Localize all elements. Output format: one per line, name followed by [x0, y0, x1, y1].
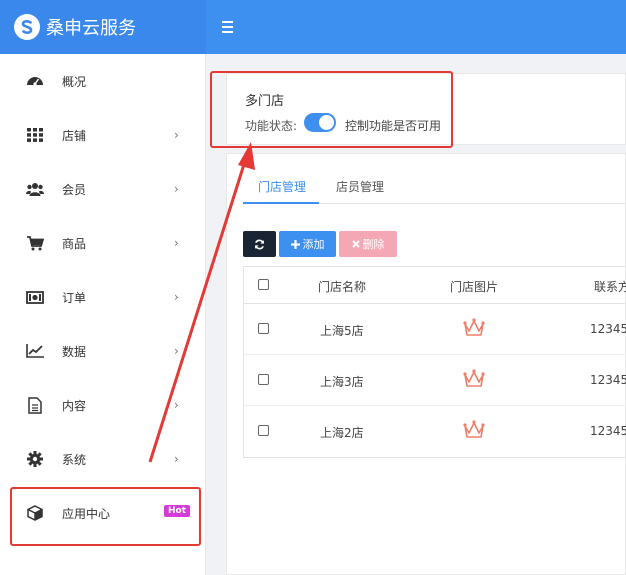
crown-icon	[463, 318, 485, 336]
chevron-right-icon: ›	[174, 344, 179, 358]
refresh-icon	[255, 239, 264, 249]
sidebar-item-members[interactable]: 会员 ›	[0, 162, 206, 216]
plus-icon	[290, 239, 300, 249]
table-row[interactable]: 上海3店 123456	[244, 355, 626, 406]
sidebar-item-content[interactable]: 内容 ›	[0, 378, 206, 432]
sidebar-item-shop[interactable]: 店铺 ›	[0, 108, 206, 162]
chevron-right-icon: ›	[174, 128, 179, 142]
highlight-box-app-center	[10, 487, 201, 546]
tab-store-management[interactable]: 门店管理	[258, 178, 306, 195]
chevron-right-icon: ›	[174, 236, 179, 250]
tab-staff-management[interactable]: 店员管理	[336, 178, 384, 195]
close-icon	[351, 240, 360, 248]
store-name: 上海5店	[320, 324, 364, 338]
sidebar-item-products[interactable]: 商品 ›	[0, 216, 206, 270]
logo-icon	[14, 14, 40, 40]
top-bar: 桑申云服务	[0, 0, 626, 54]
users-icon	[26, 180, 44, 198]
tab-bar: 门店管理 店员管理	[243, 154, 626, 204]
dashboard-icon	[26, 72, 44, 90]
active-tab-indicator	[243, 202, 319, 204]
money-icon	[26, 288, 44, 306]
add-button-label: 添加	[302, 238, 325, 251]
highlight-box-plugin	[210, 71, 453, 148]
row-checkbox[interactable]	[258, 425, 269, 436]
menu-toggle-icon[interactable]	[222, 17, 238, 37]
sidebar-item-label: 概况	[62, 74, 87, 89]
store-name: 上海2店	[320, 426, 364, 440]
sidebar-item-label: 商品	[62, 236, 87, 251]
document-icon	[26, 396, 44, 414]
grid-icon	[26, 126, 44, 144]
column-header-name: 门店名称	[318, 280, 367, 294]
row-checkbox[interactable]	[258, 374, 269, 385]
chevron-right-icon: ›	[174, 398, 179, 412]
store-contact: 123456	[590, 322, 626, 336]
column-header-contact: 联系方	[594, 280, 626, 294]
sidebar-item-label: 会员	[62, 182, 87, 197]
chevron-right-icon: ›	[174, 452, 179, 466]
sidebar-item-label: 店铺	[62, 128, 87, 143]
sidebar-item-label: 系统	[62, 452, 87, 467]
sidebar-item-label: 内容	[62, 398, 87, 413]
crown-icon	[463, 369, 485, 387]
sidebar-item-overview[interactable]: 概况	[0, 54, 206, 108]
row-checkbox[interactable]	[258, 323, 269, 334]
sidebar-item-orders[interactable]: 订单 ›	[0, 270, 206, 324]
chevron-right-icon: ›	[174, 290, 179, 304]
table-row[interactable]: 上海5店 123456	[244, 304, 626, 355]
gear-icon	[26, 450, 44, 468]
column-header-image: 门店图片	[450, 280, 499, 294]
store-name: 上海3店	[320, 375, 364, 389]
delete-button[interactable]: 删除	[339, 231, 397, 257]
main-card: 门店管理 店员管理 添加 删除 门店名称 门店图片 联系方 上海5店 12345…	[226, 153, 626, 575]
store-contact: 123456	[590, 373, 626, 387]
refresh-button[interactable]	[243, 231, 276, 257]
sidebar-item-label: 订单	[62, 290, 87, 305]
cart-icon	[26, 234, 44, 252]
chart-line-icon	[26, 342, 44, 360]
delete-button-label: 删除	[362, 238, 385, 251]
select-all-checkbox[interactable]	[258, 279, 269, 290]
table-row[interactable]: 上海2店 123456	[244, 406, 626, 457]
sidebar-item-system[interactable]: 系统 ›	[0, 432, 206, 486]
brand[interactable]: 桑申云服务	[0, 0, 206, 54]
crown-icon	[463, 420, 485, 438]
sidebar-item-label: 数据	[62, 344, 87, 359]
table-header: 门店名称 门店图片 联系方	[244, 267, 626, 304]
add-button[interactable]: 添加	[279, 231, 336, 257]
store-table: 门店名称 门店图片 联系方 上海5店 123456 上海3店 123456 上海…	[243, 266, 626, 458]
store-contact: 123456	[590, 424, 626, 438]
app-title: 桑申云服务	[46, 18, 136, 39]
chevron-right-icon: ›	[174, 182, 179, 196]
sidebar-item-data[interactable]: 数据 ›	[0, 324, 206, 378]
